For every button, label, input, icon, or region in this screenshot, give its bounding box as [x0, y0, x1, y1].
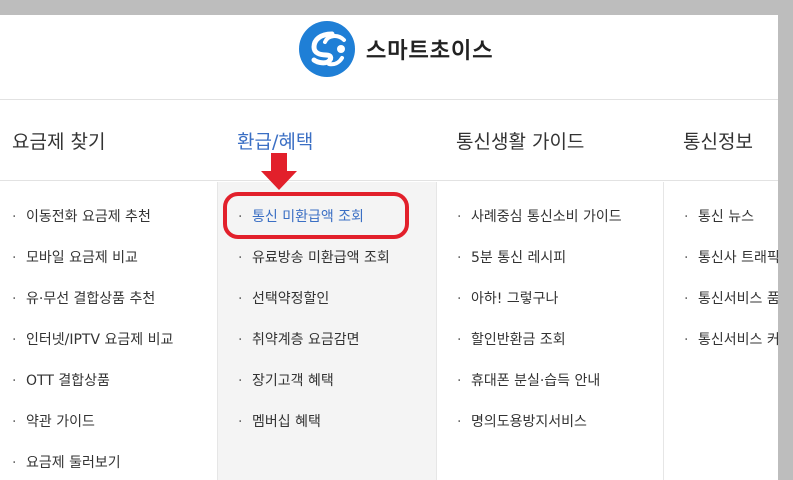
menu-item[interactable]: · 모바일 요금제 비교: [12, 247, 138, 267]
menu-column-plans: · 이동전화 요금제 추천 · 모바일 요금제 비교 · 유·무선 결합상품 추천 ·…: [0, 182, 217, 480]
menu-item[interactable]: ·통신서비스 품질: [684, 288, 778, 308]
menu-item[interactable]: · 장기고객 혜택: [238, 370, 334, 390]
menu-item[interactable]: · 약관 가이드: [12, 411, 95, 431]
menu-column-guide: · 사례중심 통신소비 가이드 · 5분 통신 레시피 · 아하! 그렇구나 · 할인반…: [437, 182, 663, 480]
menu-item[interactable]: · 5분 통신 레시피: [457, 247, 566, 267]
menu-item[interactable]: · 유·무선 결합상품 추천: [12, 288, 155, 308]
menu-item[interactable]: · 인터넷/IPTV 요금제 비교: [12, 329, 173, 349]
menu-column-info: ·통신 뉴스 ·통신사 트래픽 ·통신서비스 품질 ·통신서비스 커버: [663, 182, 778, 480]
menu-item[interactable]: · 통신사 트래픽: [684, 247, 778, 267]
menu-item[interactable]: · 유료방송 미환급액 조회: [238, 247, 390, 267]
site-header: 스마트초이스 _ 로그: [0, 15, 778, 100]
nav-telecom-info[interactable]: 통신정보: [683, 127, 753, 154]
menu-item[interactable]: · 멤버십 혜택: [238, 411, 321, 431]
brand-name: 스마트초이스: [366, 39, 494, 64]
smartchoice-logo-icon: [299, 21, 355, 77]
brand-logo[interactable]: 스마트초이스: [298, 20, 493, 78]
page-panel: 스마트초이스 _ 로그 요금제 찾기 환급/혜택 통신생활 가이드 통신정보 ·…: [0, 15, 778, 480]
main-nav: 요금제 찾기 환급/혜택 통신생활 가이드 통신정보: [0, 101, 778, 181]
nav-refund-benefit[interactable]: 환급/혜택: [237, 127, 313, 154]
menu-item[interactable]: · OTT 결합상품: [12, 370, 110, 390]
nav-life-guide[interactable]: 통신생활 가이드: [456, 127, 584, 154]
menu-item[interactable]: · 통신 뉴스: [684, 206, 754, 226]
menu-item[interactable]: · 사례중심 통신소비 가이드: [457, 206, 622, 226]
menu-item[interactable]: · 아하! 그렇구나: [457, 288, 558, 308]
menu-item[interactable]: · 할인반환금 조회: [457, 329, 566, 349]
highlight-annotation-box: [223, 192, 409, 239]
menu-item[interactable]: · 명의도용방지서비스: [457, 411, 587, 431]
nav-plan-search[interactable]: 요금제 찾기: [12, 127, 105, 154]
menu-item[interactable]: · 요금제 둘러보기: [12, 452, 121, 472]
menu-item[interactable]: · 이동전화 요금제 추천: [12, 206, 151, 226]
menu-item[interactable]: · 휴대폰 분실·습득 안내: [457, 370, 600, 390]
menu-item[interactable]: · 취약계층 요금감면: [238, 329, 360, 349]
menu-item[interactable]: ·통신서비스 커버: [684, 329, 778, 349]
down-arrow-icon: [261, 153, 297, 190]
menu-item[interactable]: · 선택약정할인: [238, 288, 329, 308]
